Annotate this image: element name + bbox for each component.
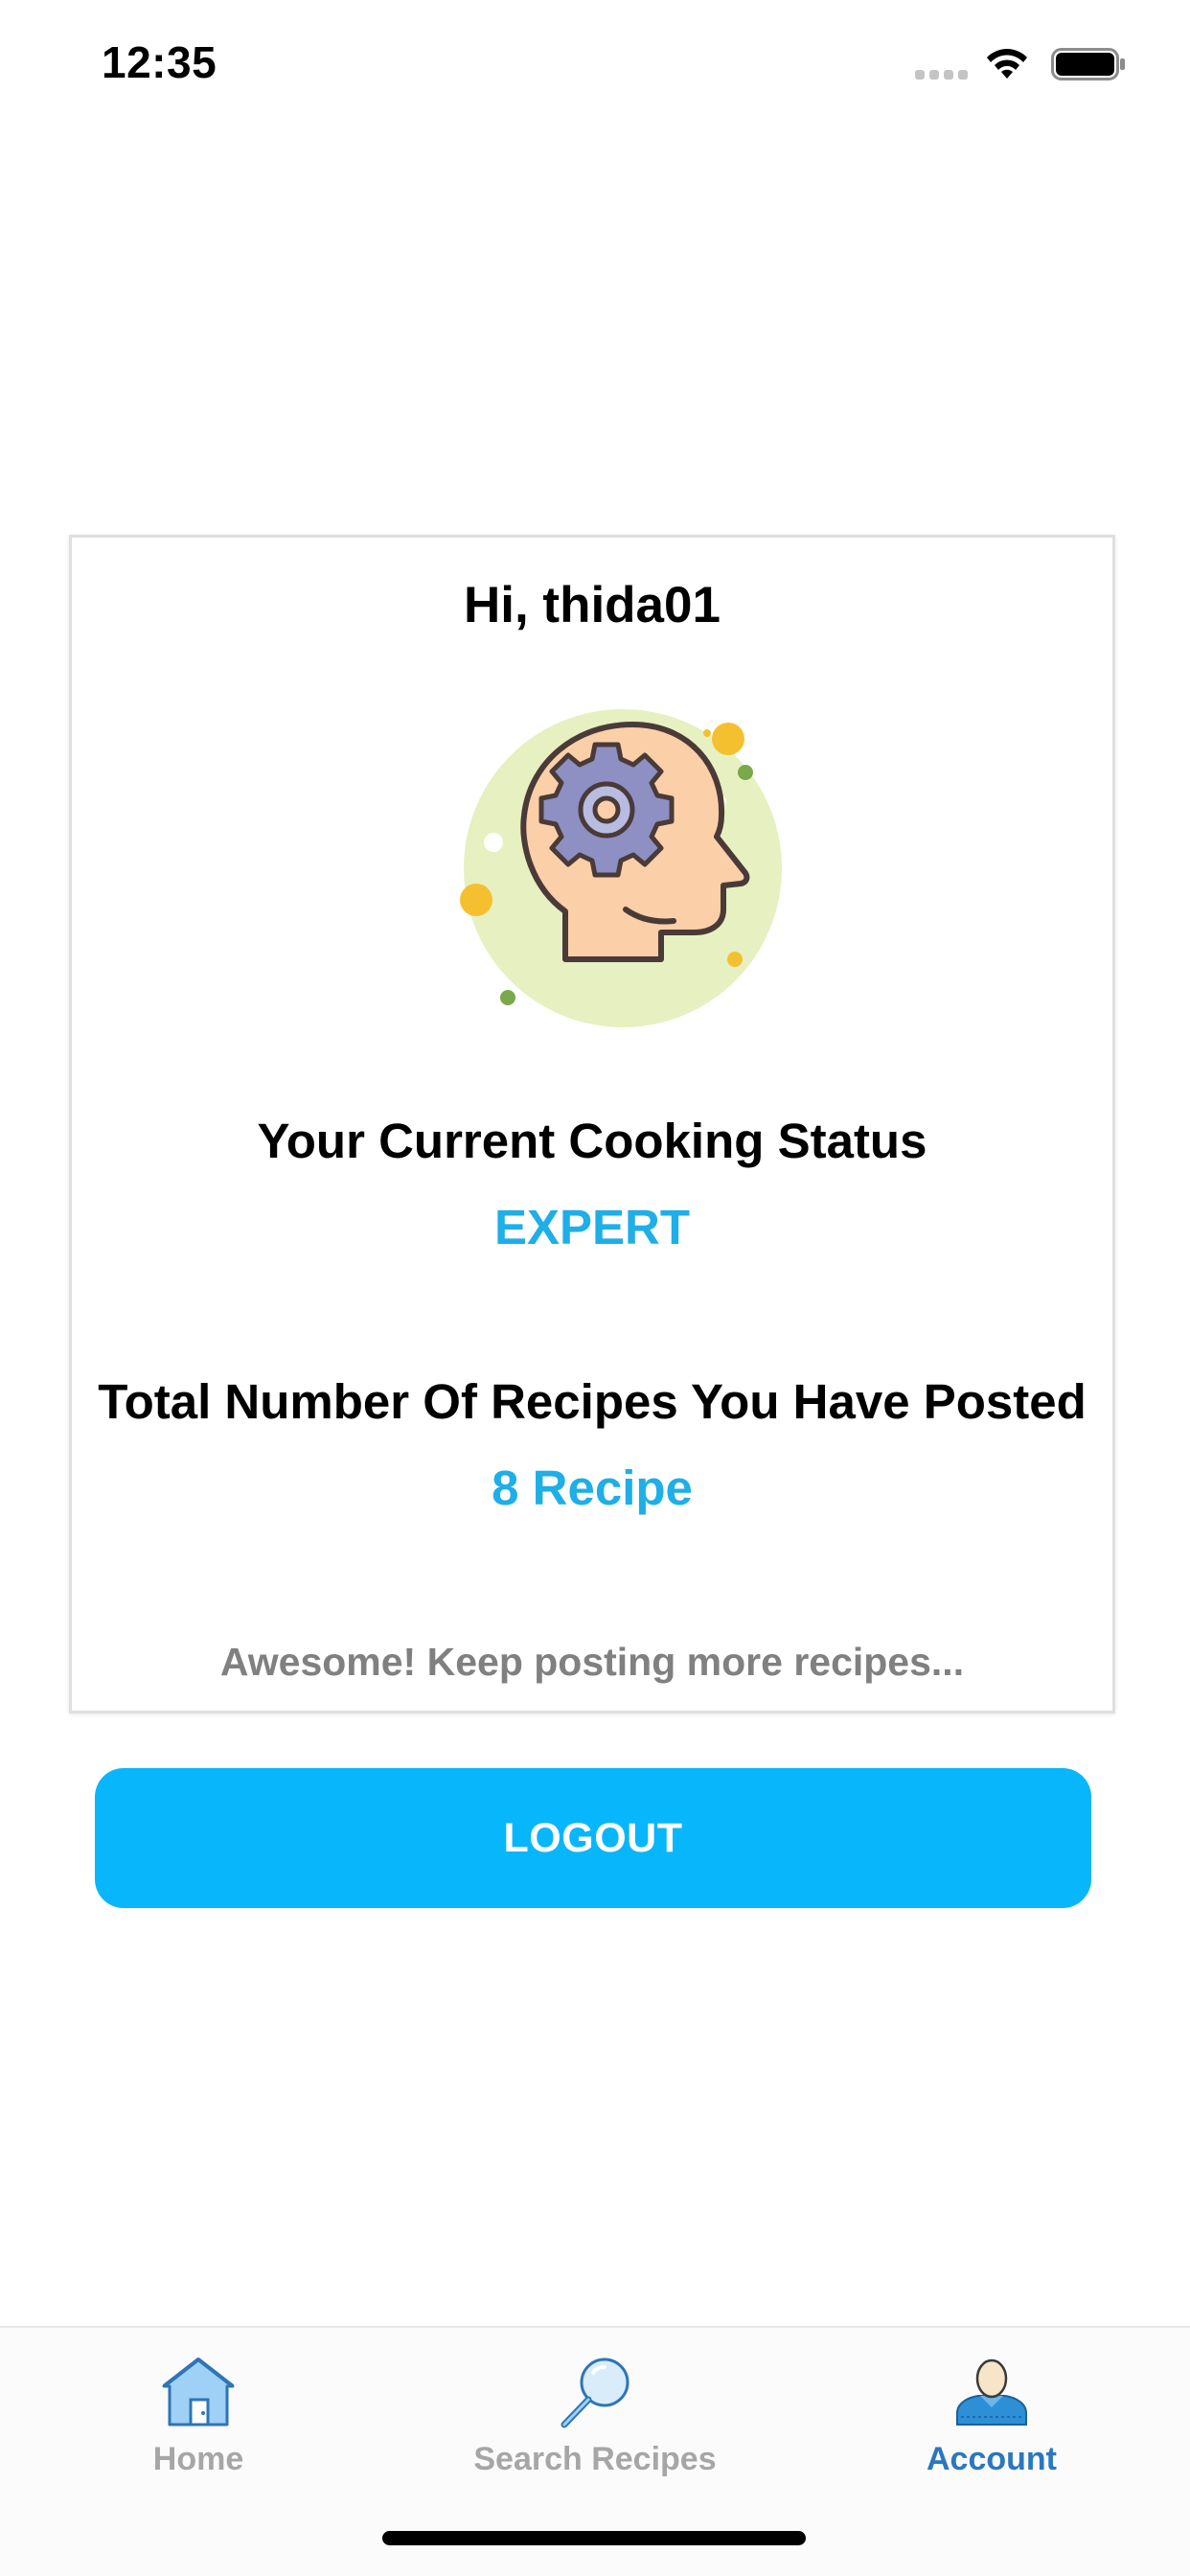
status-time: 12:35 [102,37,217,87]
tab-account-label: Account [927,2441,1057,2477]
logout-button[interactable]: LOGOUT [95,1768,1091,1908]
tab-search-recipes[interactable]: Search Recipes [397,2328,793,2491]
home-indicator [382,2531,806,2545]
cooking-status-value: EXPERT [493,1200,691,1254]
account-summary-card: Hi, thida01 Your Current Cooking Status … [69,535,1115,1714]
search-icon [561,2358,629,2428]
encouragement-message: Awesome! Keep posting more recipes... [219,1640,965,1684]
account-icon [956,2358,1027,2426]
greeting-text: Hi, thida01 [463,577,721,633]
cellular-signal-icon [915,70,968,80]
battery-icon [1051,48,1125,80]
wifi-icon [987,49,1027,79]
cooking-status-heading: Your Current Cooking Status [257,1114,927,1168]
tab-account[interactable]: Account [793,2328,1190,2491]
home-icon [162,2358,235,2426]
tab-search-recipes-label: Search Recipes [473,2441,717,2477]
head-with-gear-icon [460,709,782,1027]
tab-home[interactable]: Home [0,2328,397,2491]
tab-home-label: Home [152,2441,244,2477]
status-bar: 12:35 [0,0,1190,126]
recipes-posted-heading: Total Number Of Recipes You Have Posted [98,1374,1087,1429]
recipes-posted-count: 8 Recipe [492,1460,693,1515]
